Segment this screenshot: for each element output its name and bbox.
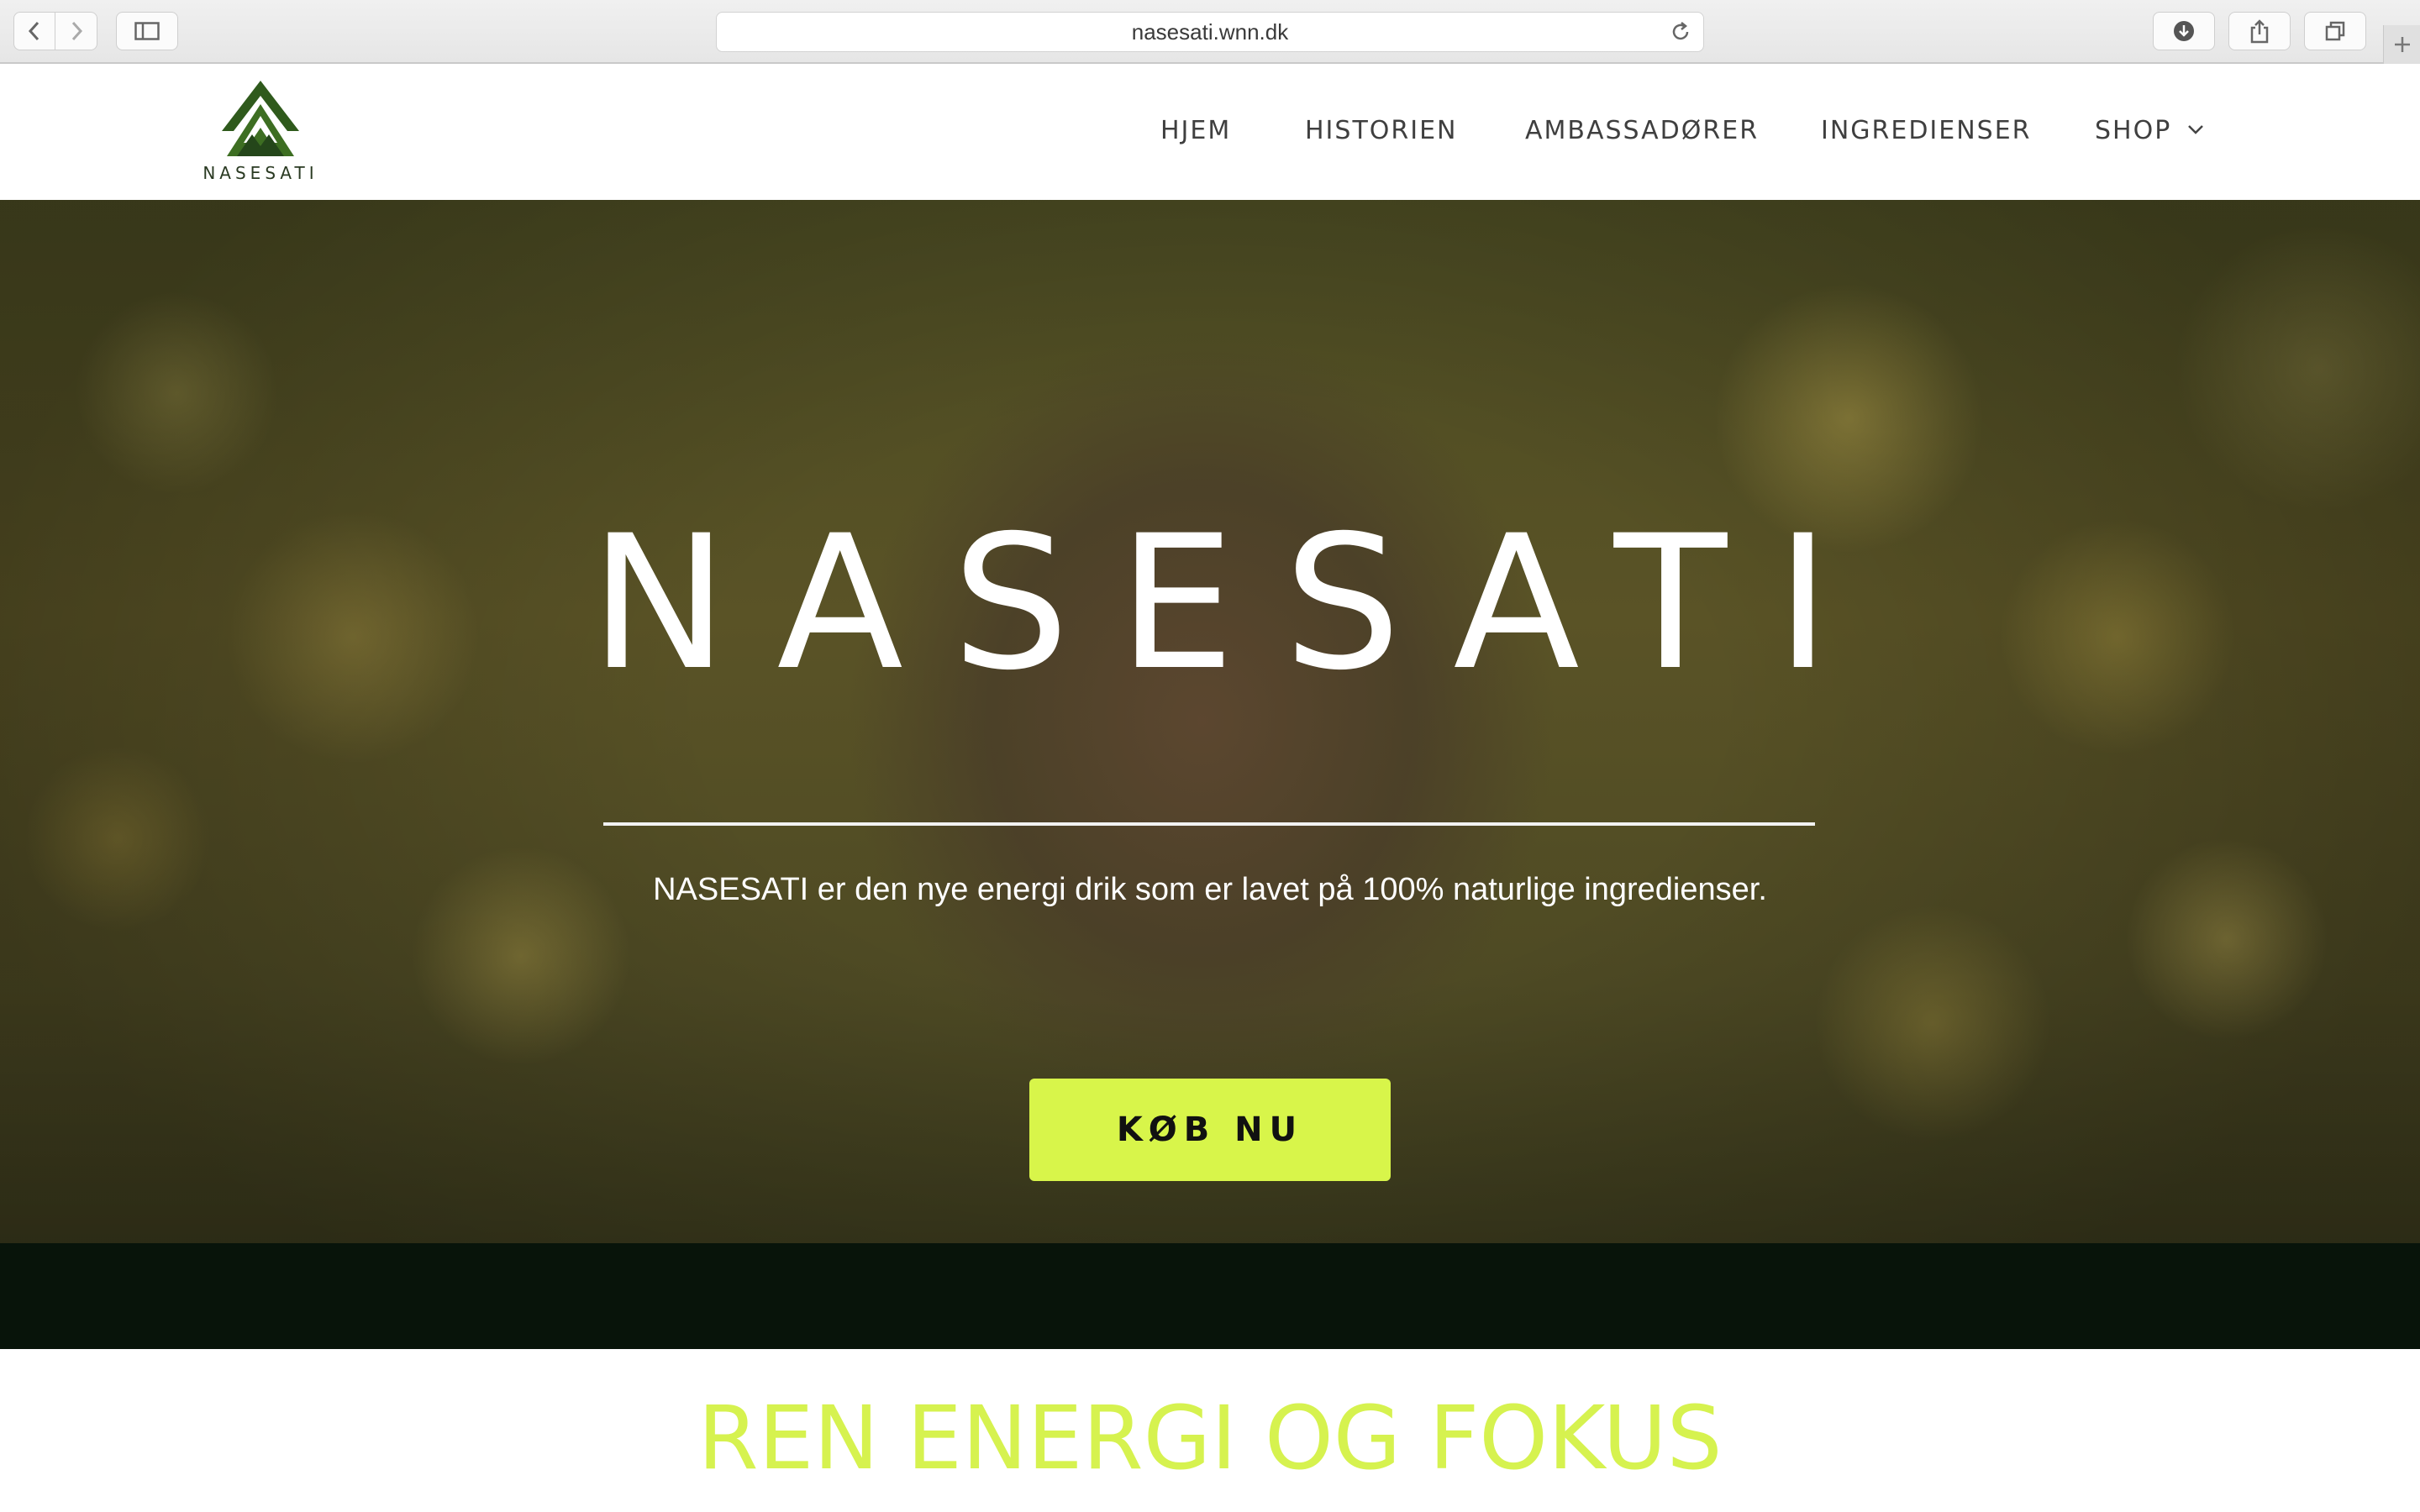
nav-item-historien[interactable]: HISTORIEN — [1305, 116, 1457, 145]
share-icon — [2250, 19, 2269, 44]
sidebar-icon — [134, 22, 160, 40]
share-button[interactable] — [2228, 12, 2291, 50]
tabs-icon — [2325, 21, 2345, 41]
back-arrow-icon — [28, 21, 39, 41]
nav-item-hjem[interactable]: HJEM — [1160, 116, 1231, 145]
main-nav: HJEM HISTORIEN AMBASSADØRER INGREDIENSER… — [0, 116, 2420, 150]
chevron-down-icon[interactable] — [2186, 123, 2205, 136]
hero-brand-title: NASESATI — [589, 496, 1880, 711]
plus-icon — [2394, 37, 2410, 52]
show-tabs-button[interactable] — [2304, 12, 2366, 50]
section-heading: REN ENERGI OG FOKUS — [697, 1387, 1723, 1489]
back-button[interactable] — [13, 12, 55, 50]
forward-button[interactable] — [55, 12, 97, 50]
hero-divider — [603, 822, 1815, 826]
nav-item-shop[interactable]: SHOP — [2095, 116, 2171, 145]
nav-item-ingredienser[interactable]: INGREDIENSER — [1821, 116, 2032, 145]
hero-banner: NASESATI NASESATI er den nye energi drik… — [0, 200, 2420, 1243]
reload-icon[interactable] — [1670, 21, 1691, 43]
sidebar-button[interactable] — [116, 12, 178, 50]
site-header: NASESATI HJEM HISTORIEN AMBASSADØRER ING… — [0, 64, 2420, 200]
buy-now-button[interactable]: KØB NU — [1029, 1079, 1391, 1181]
nav-item-ambassadorer[interactable]: AMBASSADØRER — [1525, 116, 1759, 145]
address-bar[interactable]: nasesati.wnn.dk — [716, 12, 1704, 52]
hero-tagline: NASESATI er den nye energi drik som er l… — [653, 872, 1767, 907]
browser-toolbar: nasesati.wnn.dk — [0, 0, 2420, 64]
downloads-button[interactable] — [2153, 12, 2215, 50]
logo-text: NASESATI — [203, 163, 318, 183]
new-tab-button[interactable] — [2383, 25, 2420, 64]
forward-arrow-icon — [71, 21, 82, 41]
download-icon — [2174, 21, 2194, 41]
url-text: nasesati.wnn.dk — [1131, 18, 1289, 45]
dark-band — [0, 1243, 2420, 1349]
